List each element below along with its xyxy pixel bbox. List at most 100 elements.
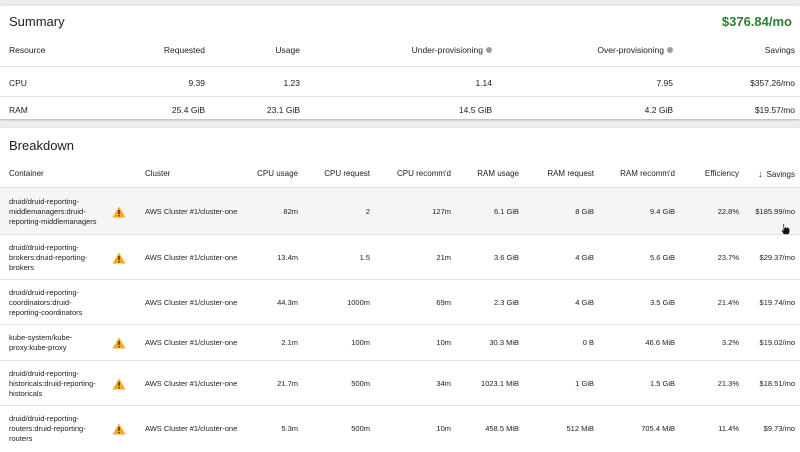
cell-container: druid/druid-reporting-routers:druid-repo… bbox=[9, 414, 86, 443]
cell-cpu-request: 1000m bbox=[347, 297, 370, 307]
breakdown-card: Breakdown Container Cluster CPU usage CP… bbox=[0, 127, 800, 452]
cell-cpu-request: 500m bbox=[351, 423, 370, 433]
cell-cluster: AWS Cluster #1/cluster-one bbox=[145, 252, 238, 262]
table-row[interactable]: druid/druid-reporting-brokers:druid-repo… bbox=[0, 234, 800, 279]
cell-ram-request: 1 GiB bbox=[575, 378, 594, 388]
cell-ram-recommended: 3.5 GiB bbox=[649, 297, 675, 307]
cell-cpu-recommended: 10m bbox=[436, 423, 451, 433]
summary-col-savings: Savings bbox=[764, 45, 795, 55]
arrow-down-icon: ↓ bbox=[758, 169, 763, 179]
cell-ram-usage: 3.6 GiB bbox=[493, 252, 519, 262]
cell-savings: $19.02/mo bbox=[759, 338, 795, 347]
info-icon[interactable] bbox=[486, 47, 492, 53]
summary-col-usage: Usage bbox=[275, 45, 300, 55]
cell-ram-request: 4 GiB bbox=[575, 297, 594, 307]
warning-icon[interactable] bbox=[112, 252, 126, 264]
cell-cpu-recommended: 10m bbox=[436, 338, 451, 347]
summary-under: 14.5 GiB bbox=[458, 105, 492, 115]
cell-efficiency: 22.8% bbox=[717, 206, 739, 216]
cell-ram-recommended: 9.4 GiB bbox=[649, 206, 675, 216]
cell-ram-request: 512 MiB bbox=[566, 423, 594, 433]
cell-efficiency: 21.3% bbox=[717, 378, 739, 388]
cell-cpu-usage: 44.3m bbox=[277, 297, 298, 307]
table-row[interactable]: druid/druid-reporting-historicals:druid-… bbox=[0, 360, 800, 405]
cell-efficiency: 11.4% bbox=[718, 423, 739, 433]
col-savings[interactable]: ↓ Savings bbox=[758, 169, 795, 179]
cell-efficiency: 3.2% bbox=[721, 338, 739, 347]
summary-usage: 23.1 GiB bbox=[266, 105, 300, 115]
cell-cpu-request: 100m bbox=[351, 338, 370, 347]
cell-ram-recommended: 5.6 GiB bbox=[649, 252, 675, 262]
cell-savings: $18.51/mo bbox=[759, 378, 795, 388]
table-row[interactable]: druid/druid-reporting-coordinators:druid… bbox=[0, 279, 800, 324]
summary-title: Summary bbox=[9, 14, 65, 29]
cell-ram-usage: 6.1 GiB bbox=[493, 206, 519, 216]
cell-cpu-recommended: 34m bbox=[436, 378, 451, 388]
cell-efficiency: 21.4% bbox=[717, 297, 739, 307]
table-row[interactable]: kube-system/kube-proxy:kube-proxy AWS Clu… bbox=[0, 324, 800, 360]
summary-col-requested: Requested bbox=[163, 45, 205, 55]
cell-cpu-usage: 82m bbox=[283, 206, 298, 216]
hand-cursor-icon bbox=[780, 223, 790, 235]
cell-savings: $185.99/mo bbox=[755, 206, 795, 216]
cell-ram-request: 4 GiB bbox=[575, 252, 594, 262]
warning-icon[interactable] bbox=[112, 337, 126, 349]
summary-header-row: Resource Requested Usage Under-provision… bbox=[0, 44, 800, 66]
warning-icon[interactable] bbox=[112, 423, 126, 435]
cell-cpu-usage: 13.4m bbox=[277, 252, 298, 262]
cell-ram-usage: 2.3 GiB bbox=[493, 297, 519, 307]
warning-icon[interactable] bbox=[112, 206, 126, 218]
summary-card: Summary $376.84/mo Resource Requested Us… bbox=[0, 5, 800, 119]
cell-ram-recommended: 705.4 MiB bbox=[641, 423, 675, 433]
cell-savings: $19.74/mo bbox=[759, 297, 795, 307]
cell-cpu-request: 2 bbox=[365, 206, 370, 216]
cell-cluster: AWS Cluster #1/cluster-one bbox=[145, 206, 238, 216]
cell-cpu-request: 1.5 bbox=[359, 252, 370, 262]
cell-savings: $9.73/mo bbox=[763, 423, 795, 433]
summary-savings: $357.26/mo bbox=[750, 78, 795, 88]
col-ram-request[interactable]: RAM request bbox=[547, 169, 594, 178]
summary-resource: RAM bbox=[9, 105, 28, 115]
col-cpu-usage[interactable]: CPU usage bbox=[257, 169, 298, 178]
summary-col-under-provisioning: Under-provisioning bbox=[412, 45, 492, 55]
cell-cpu-recommended: 69m bbox=[436, 297, 451, 307]
cell-container: druid/druid-reporting-middlemanagers:dru… bbox=[9, 197, 97, 226]
warning-icon[interactable] bbox=[112, 378, 126, 390]
col-efficiency[interactable]: Efficiency bbox=[705, 169, 739, 178]
cell-container: druid/druid-reporting-coordinators:druid… bbox=[9, 288, 83, 317]
summary-row-ram: RAM 25.4 GiB 23.1 GiB 14.5 GiB 4.2 GiB $… bbox=[0, 96, 800, 122]
info-icon[interactable] bbox=[667, 47, 673, 53]
cell-cpu-usage: 5.3m bbox=[281, 423, 298, 433]
cell-efficiency: 23.7% bbox=[717, 252, 739, 262]
summary-under: 1.14 bbox=[475, 78, 492, 88]
cell-container: druid/druid-reporting-brokers:druid-repo… bbox=[9, 243, 88, 272]
col-ram-recommended[interactable]: RAM recomm'd bbox=[620, 169, 675, 178]
cell-cpu-recommended: 127m bbox=[432, 206, 451, 216]
cell-cluster: AWS Cluster #1/cluster-one bbox=[145, 338, 238, 347]
cell-container: druid/druid-reporting-historicals:druid-… bbox=[9, 369, 96, 398]
summary-resource: CPU bbox=[9, 78, 27, 88]
cell-ram-request: 8 GiB bbox=[575, 206, 594, 216]
breakdown-header-row: Container Cluster CPU usage CPU request … bbox=[0, 161, 800, 187]
cell-ram-recommended: 46.6 MiB bbox=[645, 338, 675, 347]
col-cpu-recommended[interactable]: CPU recomm'd bbox=[397, 169, 451, 178]
cell-ram-usage: 30.3 MiB bbox=[489, 338, 519, 347]
cell-savings: $29.37/mo bbox=[759, 252, 795, 262]
summary-requested: 25.4 GiB bbox=[171, 105, 205, 115]
summary-row-cpu: CPU 9.39 1.23 1.14 7.95 $357.26/mo bbox=[0, 66, 800, 96]
cell-container: kube-system/kube-proxy:kube-proxy bbox=[9, 333, 73, 352]
cell-cpu-usage: 2.1m bbox=[281, 338, 298, 347]
summary-usage: 1.23 bbox=[283, 78, 300, 88]
cell-cluster: AWS Cluster #1/cluster-one bbox=[145, 378, 238, 388]
cell-ram-request: 0 B bbox=[582, 338, 594, 347]
col-cluster[interactable]: Cluster bbox=[145, 169, 170, 178]
cell-ram-recommended: 1.5 GiB bbox=[649, 378, 675, 388]
summary-over: 7.95 bbox=[656, 78, 673, 88]
table-row[interactable]: druid/druid-reporting-middlemanagers:dru… bbox=[0, 187, 800, 234]
cell-cpu-usage: 21.7m bbox=[277, 378, 298, 388]
summary-col-resource: Resource bbox=[9, 45, 46, 55]
table-row[interactable]: druid/druid-reporting-routers:druid-repo… bbox=[0, 405, 800, 450]
col-ram-usage[interactable]: RAM usage bbox=[477, 169, 519, 178]
col-container[interactable]: Container bbox=[9, 169, 101, 179]
col-cpu-request[interactable]: CPU request bbox=[324, 169, 370, 178]
